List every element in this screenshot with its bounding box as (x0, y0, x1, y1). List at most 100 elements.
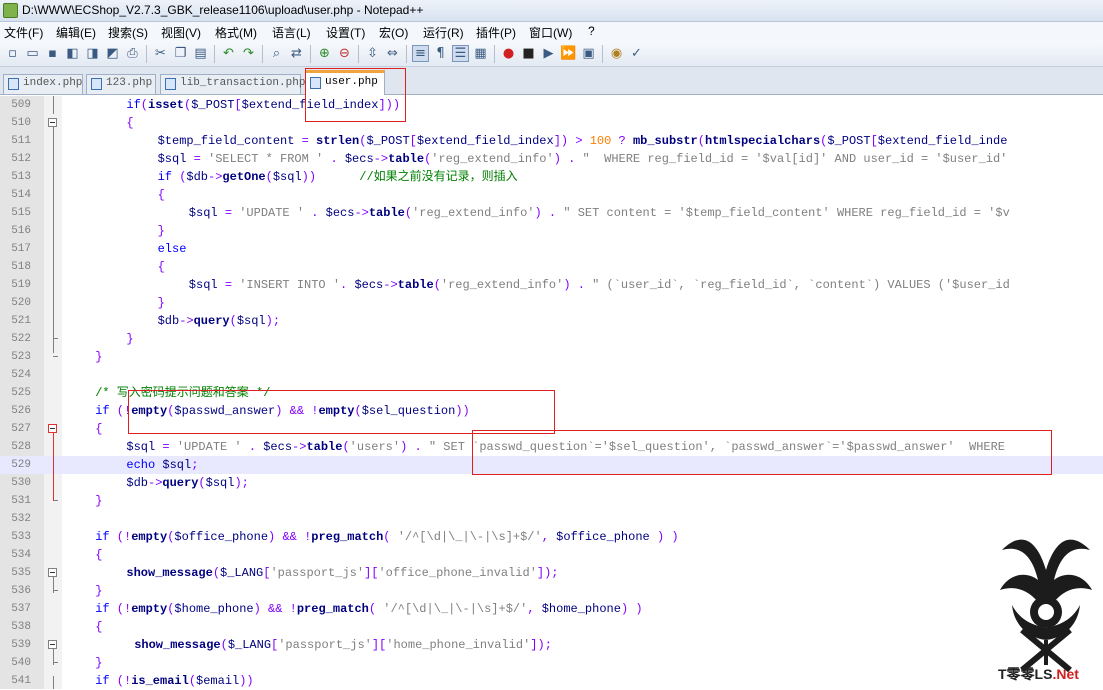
code-line[interactable]: 536} (0, 582, 1103, 600)
menu-run[interactable]: 运行(R) (423, 24, 464, 41)
save-all-icon[interactable]: ◧ (64, 45, 81, 62)
code-line[interactable]: 530 $db->query($sql); (0, 474, 1103, 492)
stop-macro-icon[interactable]: ■ (520, 45, 537, 62)
redo-icon[interactable]: ↷ (240, 45, 257, 62)
code-line[interactable]: 531} (0, 492, 1103, 510)
undo-icon[interactable]: ↶ (220, 45, 237, 62)
code-line[interactable]: 521 $db->query($sql); (0, 312, 1103, 330)
replace-icon[interactable]: ⇄ (288, 45, 305, 62)
code-line[interactable]: 520} (0, 294, 1103, 312)
tab-123-php[interactable]: 123.php (86, 74, 156, 94)
zoom-out-icon[interactable]: ⊖ (336, 45, 353, 62)
code-line[interactable]: 533 if (!empty($office_phone) && !preg_ma… (0, 528, 1103, 546)
run-macro-multiple-icon[interactable]: ⏩ (560, 45, 577, 62)
code-line[interactable]: 519 $sql = 'INSERT INTO '. $ecs->table('r… (0, 276, 1103, 294)
code-token: table (306, 440, 343, 454)
code-token: [ (234, 98, 242, 112)
code-line[interactable]: 541 if (!is_email($email)) (0, 672, 1103, 690)
menu-search[interactable]: 搜索(S) (108, 24, 148, 41)
user-lang-icon[interactable]: ▦ (472, 45, 489, 62)
code-line[interactable]: 509 if(isset($_POST[$extend_field_index])… (0, 96, 1103, 114)
code-line[interactable]: 537 if (!empty ($home_phone) && !preg_matc… (0, 600, 1103, 618)
sync-horizontal-icon[interactable]: ⇔ (384, 45, 401, 62)
code-line[interactable]: 524 (0, 366, 1103, 384)
menu-view[interactable]: 视图(V) (161, 24, 201, 41)
code-line[interactable]: 534 { (0, 546, 1103, 564)
close-icon[interactable]: ◨ (84, 45, 101, 62)
menu-file[interactable]: 文件(F) (4, 24, 43, 41)
toolbar-separator (262, 45, 263, 63)
fold-toggle-icon[interactable] (48, 568, 57, 577)
copy-icon[interactable]: ❐ (172, 45, 189, 62)
code-line[interactable]: 535 show_message($_LANG['passport_js']['o… (0, 564, 1103, 582)
code-line[interactable]: 523} (0, 348, 1103, 366)
code-line[interactable]: 515 $sql = 'UPDATE ' . $ecs->table('reg_e… (0, 204, 1103, 222)
code-token: ) (534, 206, 542, 220)
new-file-icon[interactable]: ▫ (4, 45, 21, 62)
code-line[interactable]: 514 { (0, 186, 1103, 204)
code-line[interactable]: 510 { (0, 114, 1103, 132)
code-line[interactable]: 516} (0, 222, 1103, 240)
save-icon[interactable]: ▪ (44, 45, 61, 62)
code-line[interactable]: 518 { (0, 258, 1103, 276)
find-icon[interactable]: ⌕ (268, 45, 285, 62)
menu-edit[interactable]: 编辑(E) (56, 24, 96, 41)
monitor-icon[interactable]: ◉ (608, 45, 625, 62)
code-line[interactable]: 517 else (0, 240, 1103, 258)
menu-plugins[interactable]: 插件(P) (476, 24, 516, 41)
line-number: 538 (11, 621, 31, 633)
save-macro-icon[interactable]: ▣ (580, 45, 597, 62)
print-icon[interactable]: ⎙ (124, 45, 141, 62)
code-line[interactable]: 513 if ($db->getOne($sql)) //如果之前没有记录，则插入 (0, 168, 1103, 186)
paste-icon[interactable]: ▤ (192, 45, 209, 62)
play-macro-icon[interactable]: ▶ (540, 45, 557, 62)
code-line[interactable]: 538 { (0, 618, 1103, 636)
code-token: ); (265, 314, 281, 328)
word-wrap-icon[interactable]: ≡ (412, 45, 429, 62)
open-file-icon[interactable]: ▭ (24, 45, 41, 62)
code-token: { (126, 116, 134, 130)
code-token: { (95, 548, 103, 562)
menu-window[interactable]: 窗口(W) (529, 24, 572, 41)
code-token: if (95, 674, 110, 688)
code-line[interactable]: 512 $sql = 'SELECT * FROM ' . $ecs->table… (0, 150, 1103, 168)
close-all-icon[interactable]: ◩ (104, 45, 121, 62)
fold-toggle-icon[interactable] (48, 118, 57, 127)
code-token: 'reg_extend_info' (431, 152, 554, 166)
code-line[interactable]: 522} (0, 330, 1103, 348)
code-token: = (162, 440, 170, 454)
code-token: ]) (553, 134, 569, 148)
code-token: [ (870, 134, 878, 148)
menu-help[interactable]: ? (588, 24, 595, 38)
record-macro-icon[interactable]: ● (500, 45, 517, 62)
code-token: $db (157, 314, 180, 328)
cut-icon[interactable]: ✂ (152, 45, 169, 62)
code-line[interactable]: 539 show_message($_LANG['passport_js']['h… (0, 636, 1103, 654)
tab-lib-transaction-php[interactable]: lib_transaction.php (160, 74, 305, 94)
zoom-in-icon[interactable]: ⊕ (316, 45, 333, 62)
line-number: 535 (11, 567, 31, 579)
sync-vertical-icon[interactable]: ⇳ (364, 45, 381, 62)
fold-toggle-icon[interactable] (48, 640, 57, 649)
code-token: 'reg_extend_info' (440, 278, 564, 292)
code-line[interactable]: 532 (0, 510, 1103, 528)
toolbar-separator (602, 45, 603, 63)
menu-settings[interactable]: 设置(T) (326, 24, 365, 41)
code-token: $office_phone (174, 530, 269, 544)
indent-guide-icon[interactable]: ☰ (452, 45, 469, 62)
code-line[interactable]: 511 $temp_field_content = strlen($_POST[$… (0, 132, 1103, 150)
menu-language[interactable]: 语言(L) (272, 24, 311, 41)
menu-macro[interactable]: 宏(O) (379, 24, 408, 41)
menu-format[interactable]: 格式(M) (215, 24, 257, 41)
line-number: 540 (11, 657, 31, 669)
spellcheck-icon[interactable]: ✓ (628, 45, 645, 62)
fold-toggle-icon[interactable] (48, 424, 57, 433)
code-line[interactable]: 540} (0, 654, 1103, 672)
show-all-chars-icon[interactable]: ¶ (432, 45, 449, 62)
line-number: 511 (11, 135, 31, 147)
file-saved-icon (8, 78, 19, 90)
tab-index-php[interactable]: index.php (3, 74, 83, 94)
